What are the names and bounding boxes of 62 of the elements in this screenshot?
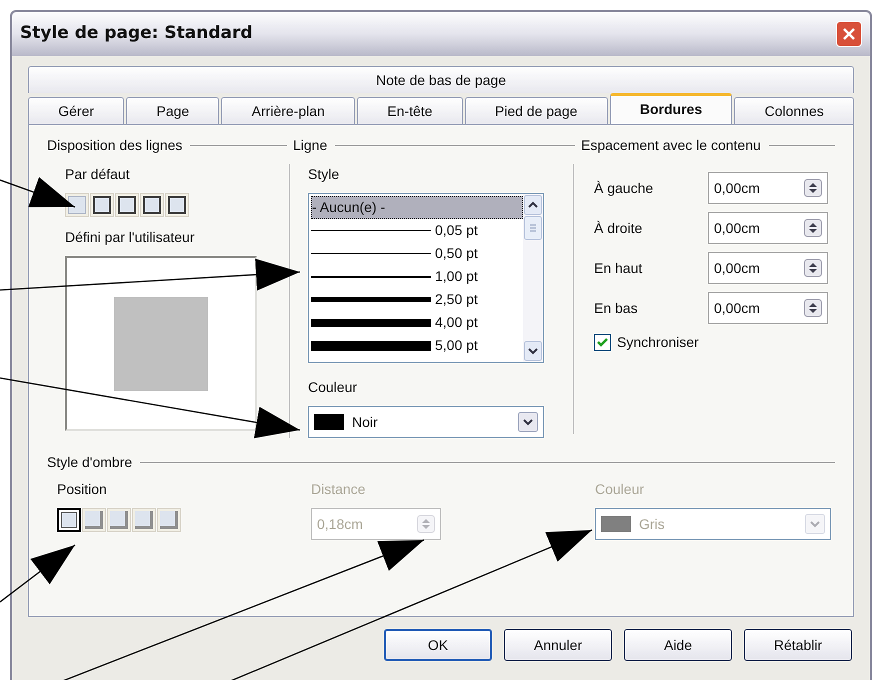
spin-icon[interactable] <box>804 259 822 277</box>
line-preset-button[interactable] <box>90 193 114 217</box>
line-style-list[interactable]: - Aucun(e) - 0,05 pt 0,50 pt 1,00 pt 2,50 pt 4,00 pt 5,00 pt <box>308 193 544 363</box>
field-label: À gauche <box>594 178 654 198</box>
line-style-option[interactable]: 5,00 pt <box>311 334 523 357</box>
line-style-option[interactable]: - Aucun(e) - <box>311 196 523 219</box>
group-title: Espacement avec le contenu <box>581 136 761 155</box>
dialog-button[interactable]: OK <box>384 629 492 661</box>
tab[interactable]: Gérer <box>28 97 124 124</box>
spin-field[interactable]: 0,00cm <box>708 172 828 204</box>
field-label: Couleur <box>595 480 646 499</box>
close-button[interactable] <box>836 21 862 47</box>
field-label: En haut <box>594 258 644 278</box>
scroll-thumb-icon[interactable] <box>524 216 542 240</box>
scrollbar[interactable] <box>523 194 543 362</box>
field-label: Style <box>308 165 340 184</box>
scroll-up-icon[interactable] <box>524 195 542 215</box>
checkbox-label: Synchroniser <box>617 333 699 352</box>
line-style-option[interactable]: 4,00 pt <box>311 311 523 334</box>
scroll-down-icon[interactable] <box>524 341 542 361</box>
spin-field[interactable]: 0,00cm <box>708 292 828 324</box>
tab[interactable]: Arrière-plan <box>221 97 356 124</box>
line-preset-button[interactable] <box>115 193 139 217</box>
line-style-option[interactable]: 2,50 pt <box>311 288 523 311</box>
spin-field[interactable]: 0,00cm <box>708 212 828 244</box>
field-label: Distance <box>311 480 366 499</box>
border-preview[interactable] <box>65 256 257 431</box>
line-preset-button[interactable] <box>65 193 89 217</box>
line-preset-button[interactable] <box>140 193 164 217</box>
field-label: Défini par l'utilisateur <box>65 228 196 247</box>
color-dropdown[interactable]: Noir <box>308 406 544 438</box>
line-style-option[interactable]: 0,05 pt <box>311 219 523 242</box>
dialog-button[interactable]: Annuler <box>504 629 612 661</box>
group-title: Disposition des lignes <box>47 136 182 155</box>
field-label: Couleur <box>308 378 358 397</box>
close-icon <box>842 27 856 41</box>
check-icon <box>597 337 608 348</box>
dropdown-icon[interactable] <box>518 412 538 432</box>
field-label: Par défaut <box>65 165 131 184</box>
line-style-option[interactable]: 1,00 pt <box>311 265 523 288</box>
dialog-button[interactable]: Rétablir <box>744 629 852 661</box>
tab[interactable]: Bordures <box>610 93 732 124</box>
group-title: Ligne <box>293 136 328 155</box>
spin-field[interactable]: 0,00cm <box>708 252 828 284</box>
field-label: À droite <box>594 218 644 238</box>
line-style-option[interactable]: 0,50 pt <box>311 242 523 265</box>
spin-icon[interactable] <box>804 299 822 317</box>
tab[interactable]: Colonnes <box>734 97 854 124</box>
window-title: Style de page: Standard <box>20 22 253 46</box>
checkbox[interactable] <box>594 334 611 351</box>
dialog-button[interactable]: Aide <box>624 629 732 661</box>
spin-icon[interactable] <box>804 179 822 197</box>
tab[interactable]: Page <box>126 97 220 124</box>
tab[interactable]: Pied de page <box>464 97 608 124</box>
field-label: Position <box>57 480 108 499</box>
group-title: Style d'ombre <box>47 453 132 472</box>
tab[interactable]: En-tête <box>357 97 463 124</box>
tab[interactable]: Note de bas de page <box>28 66 854 93</box>
shadow-position-button[interactable] <box>57 508 81 532</box>
field-label: En bas <box>594 298 639 318</box>
spin-icon[interactable] <box>804 219 822 237</box>
line-preset-button[interactable] <box>165 193 189 217</box>
